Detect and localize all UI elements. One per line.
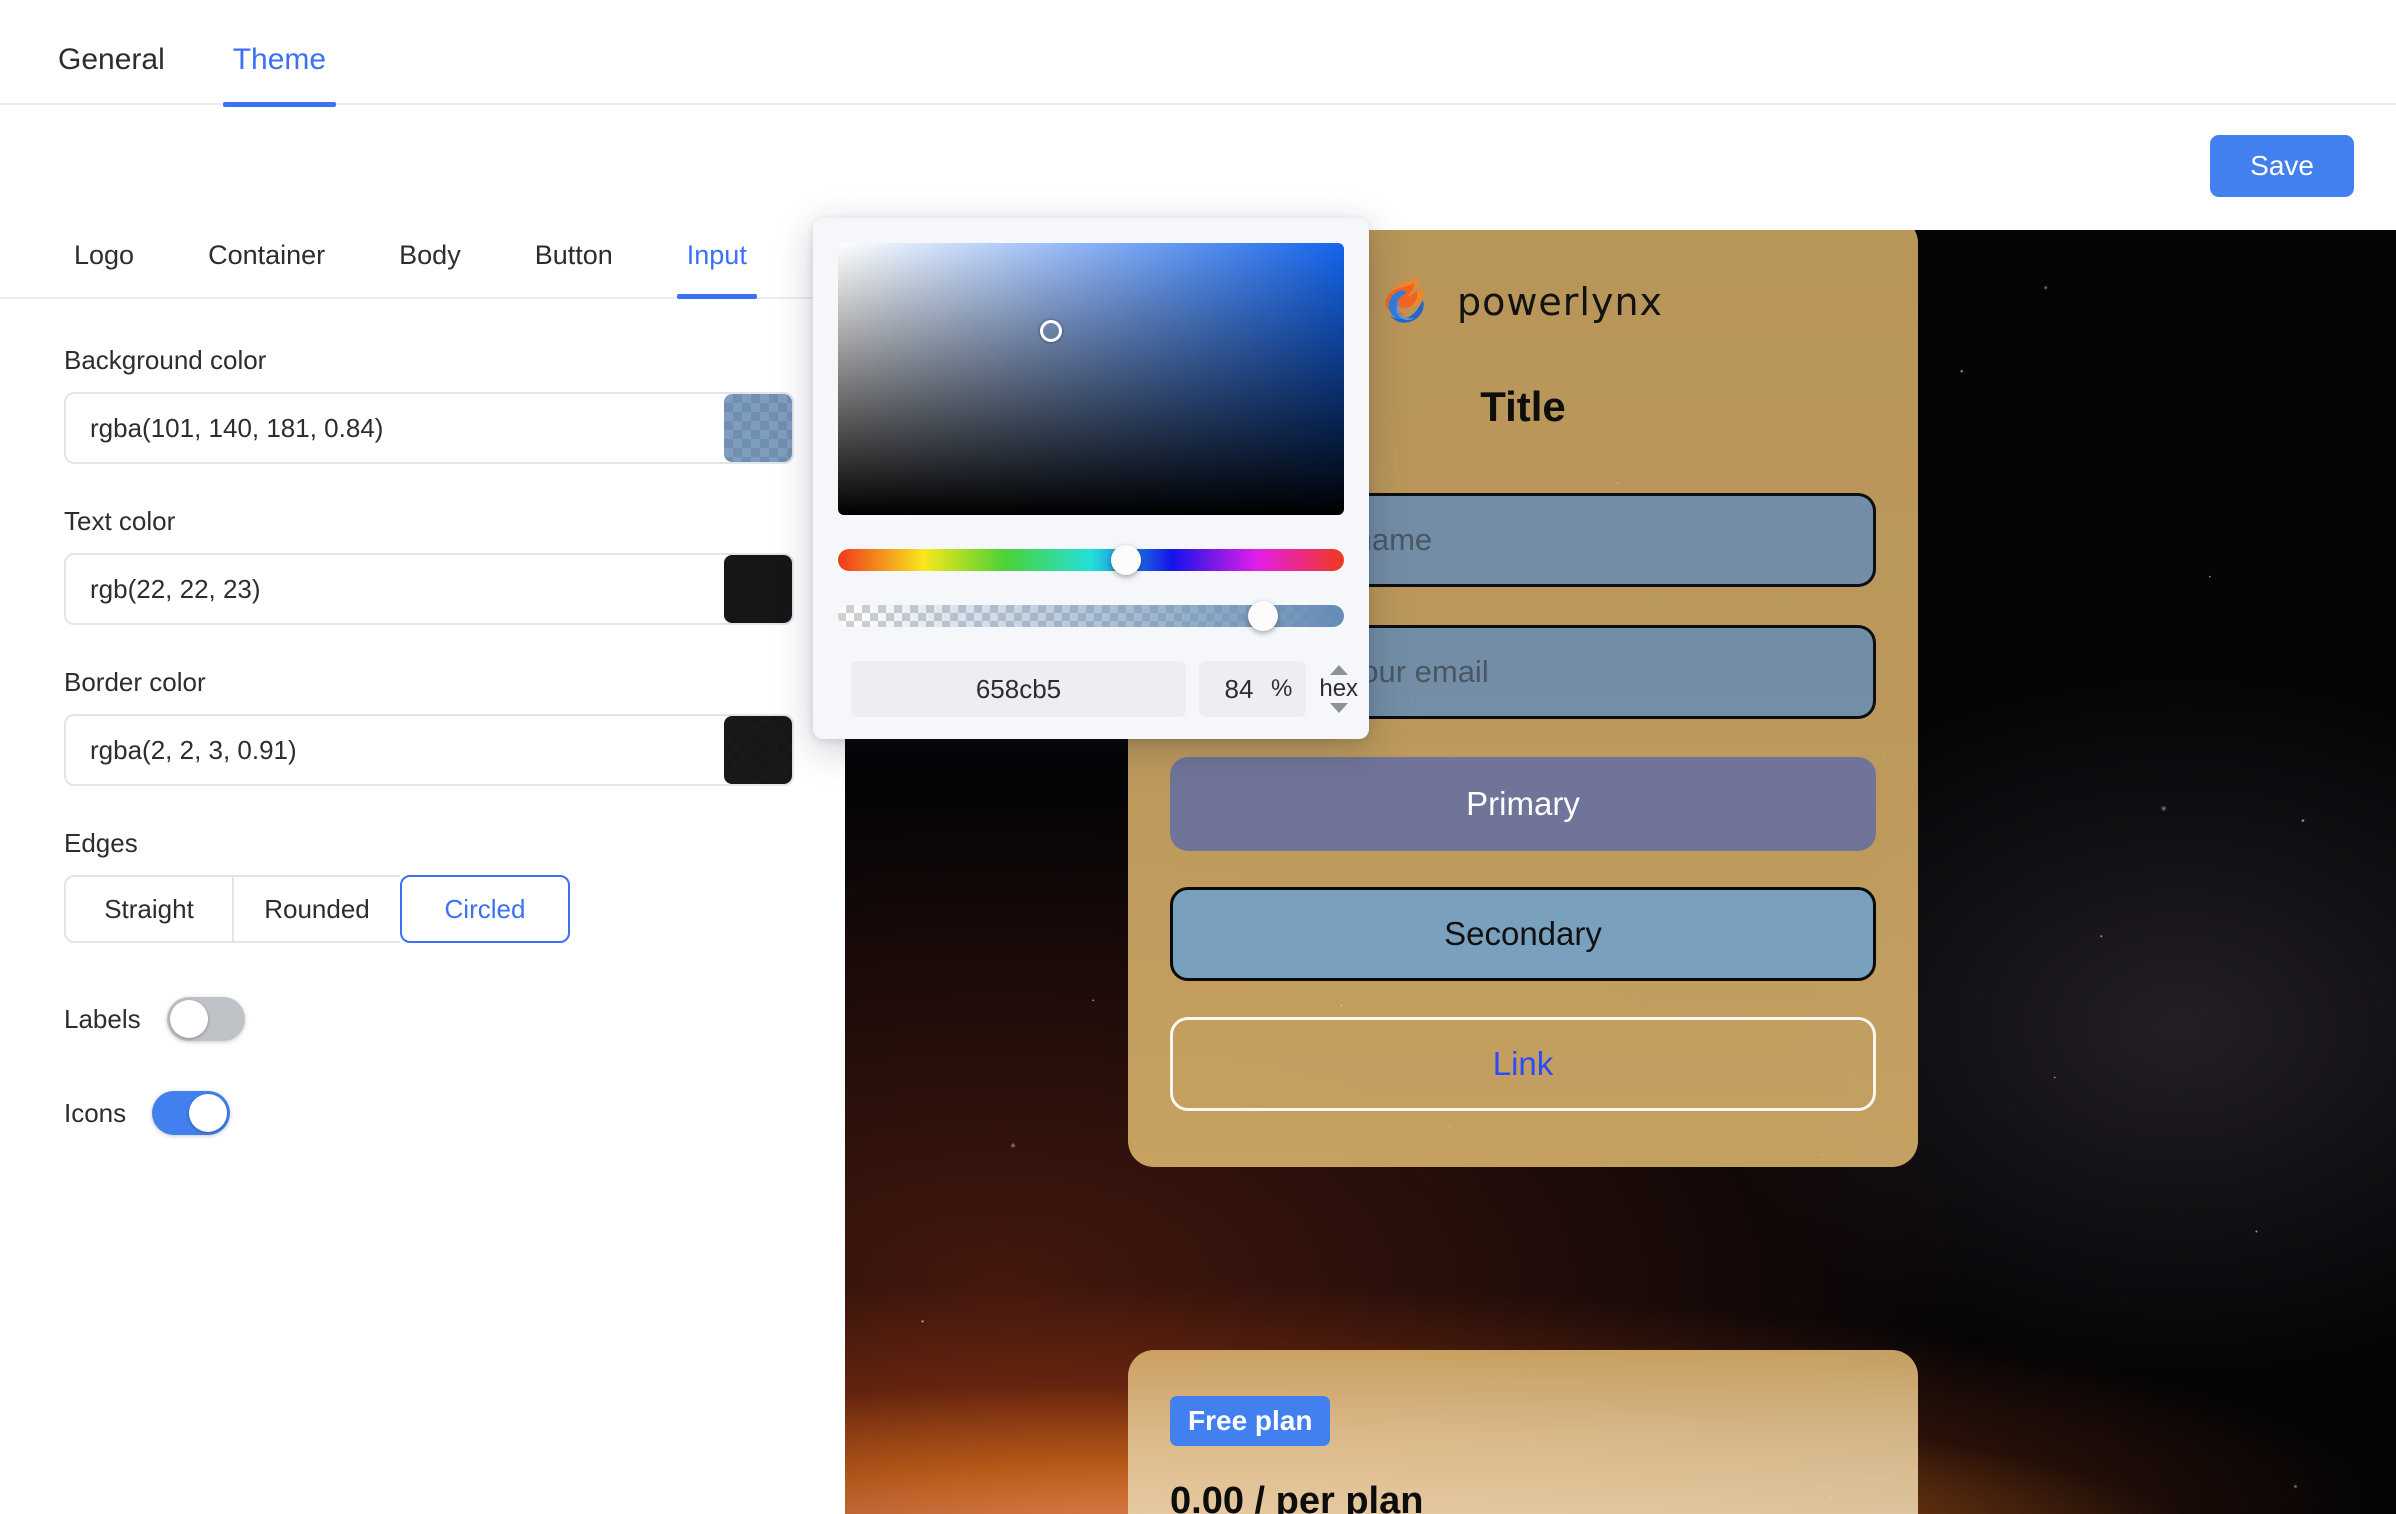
border-color-swatch[interactable] (724, 716, 792, 784)
edges-option-circled[interactable]: Circled (400, 875, 570, 943)
labels-toggle-row: Labels (64, 997, 845, 1041)
top-tab-bar: General Theme (0, 0, 2396, 107)
alpha-value-field[interactable]: % (1199, 661, 1307, 717)
color-mode-label: hex (1319, 675, 1359, 702)
subtab-container[interactable]: Container (198, 230, 335, 297)
edges-option-rounded[interactable]: Rounded (232, 875, 400, 943)
alpha-value-input[interactable] (1213, 661, 1265, 717)
field-border-color: Border color (64, 667, 845, 786)
field-edges: Edges Straight Rounded Circled (64, 828, 845, 943)
text-color-input[interactable] (66, 555, 724, 623)
plan-price: 0.00 / per plan (1170, 1480, 1424, 1514)
settings-panel: Logo Container Body Button Input Backgro… (0, 230, 845, 1514)
saturation-value-area[interactable] (838, 243, 1344, 515)
preview-link-button[interactable]: Link (1170, 1017, 1876, 1111)
chevron-down-icon[interactable] (1329, 703, 1348, 713)
subtab-body[interactable]: Body (389, 230, 471, 297)
preview-secondary-button[interactable]: Secondary (1170, 887, 1876, 981)
border-color-row (64, 714, 794, 786)
background-color-swatch[interactable] (724, 394, 792, 462)
color-picker-popover: % hex (813, 218, 1369, 739)
hex-value-input[interactable] (851, 661, 1186, 717)
background-color-row (64, 392, 794, 464)
alpha-slider[interactable] (838, 601, 1344, 631)
theme-settings-screen: General Theme Save Logo Container Body B… (0, 0, 2396, 1514)
plan-badge: Free plan (1170, 1396, 1331, 1446)
border-color-input[interactable] (66, 716, 724, 784)
icons-toggle-label: Icons (64, 1097, 127, 1128)
text-color-swatch[interactable] (724, 555, 792, 623)
saturation-handle[interactable] (1040, 320, 1062, 342)
hue-slider-handle[interactable] (1111, 545, 1142, 575)
field-text-color: Text color (64, 506, 845, 625)
edges-option-straight[interactable]: Straight (64, 875, 232, 943)
subtab-button[interactable]: Button (525, 230, 623, 297)
settings-fields: Background color Text color Border color (0, 299, 845, 1135)
icons-toggle[interactable] (152, 1091, 231, 1135)
color-picker-controls: % hex (838, 661, 1358, 717)
text-color-label: Text color (64, 506, 176, 536)
background-color-input[interactable] (66, 394, 724, 462)
powerlynx-logo-icon (1385, 276, 1424, 323)
tab-general[interactable]: General (48, 45, 175, 105)
brand-name: powerlynx (1456, 280, 1664, 324)
component-tab-bar: Logo Container Body Button Input (0, 230, 815, 299)
edges-label: Edges (64, 828, 138, 858)
edges-segmented-control: Straight Rounded Circled (64, 875, 570, 943)
alpha-slider-handle[interactable] (1248, 601, 1279, 631)
border-color-label: Border color (64, 667, 206, 697)
percent-symbol: % (1271, 675, 1293, 702)
tab-theme[interactable]: Theme (222, 45, 337, 107)
chevron-up-icon[interactable] (1329, 665, 1348, 675)
field-background-color: Background color (64, 345, 845, 464)
subtab-logo[interactable]: Logo (64, 230, 144, 297)
icons-toggle-row: Icons (64, 1091, 845, 1135)
labels-toggle-knob (169, 1000, 208, 1038)
color-mode-stepper[interactable]: hex (1319, 665, 1358, 713)
hue-slider[interactable] (838, 545, 1344, 575)
labels-toggle[interactable] (166, 997, 245, 1041)
save-row: Save (2210, 135, 2354, 197)
background-color-label: Background color (64, 345, 267, 375)
labels-toggle-label: Labels (64, 1003, 141, 1034)
subtab-input[interactable]: Input (676, 230, 757, 299)
icons-toggle-knob (189, 1094, 228, 1132)
preview-primary-button[interactable]: Primary (1170, 757, 1876, 851)
text-color-row (64, 553, 794, 625)
save-button[interactable]: Save (2210, 135, 2354, 197)
preview-plan-card: Free plan 0.00 / per plan (1128, 1350, 1918, 1514)
